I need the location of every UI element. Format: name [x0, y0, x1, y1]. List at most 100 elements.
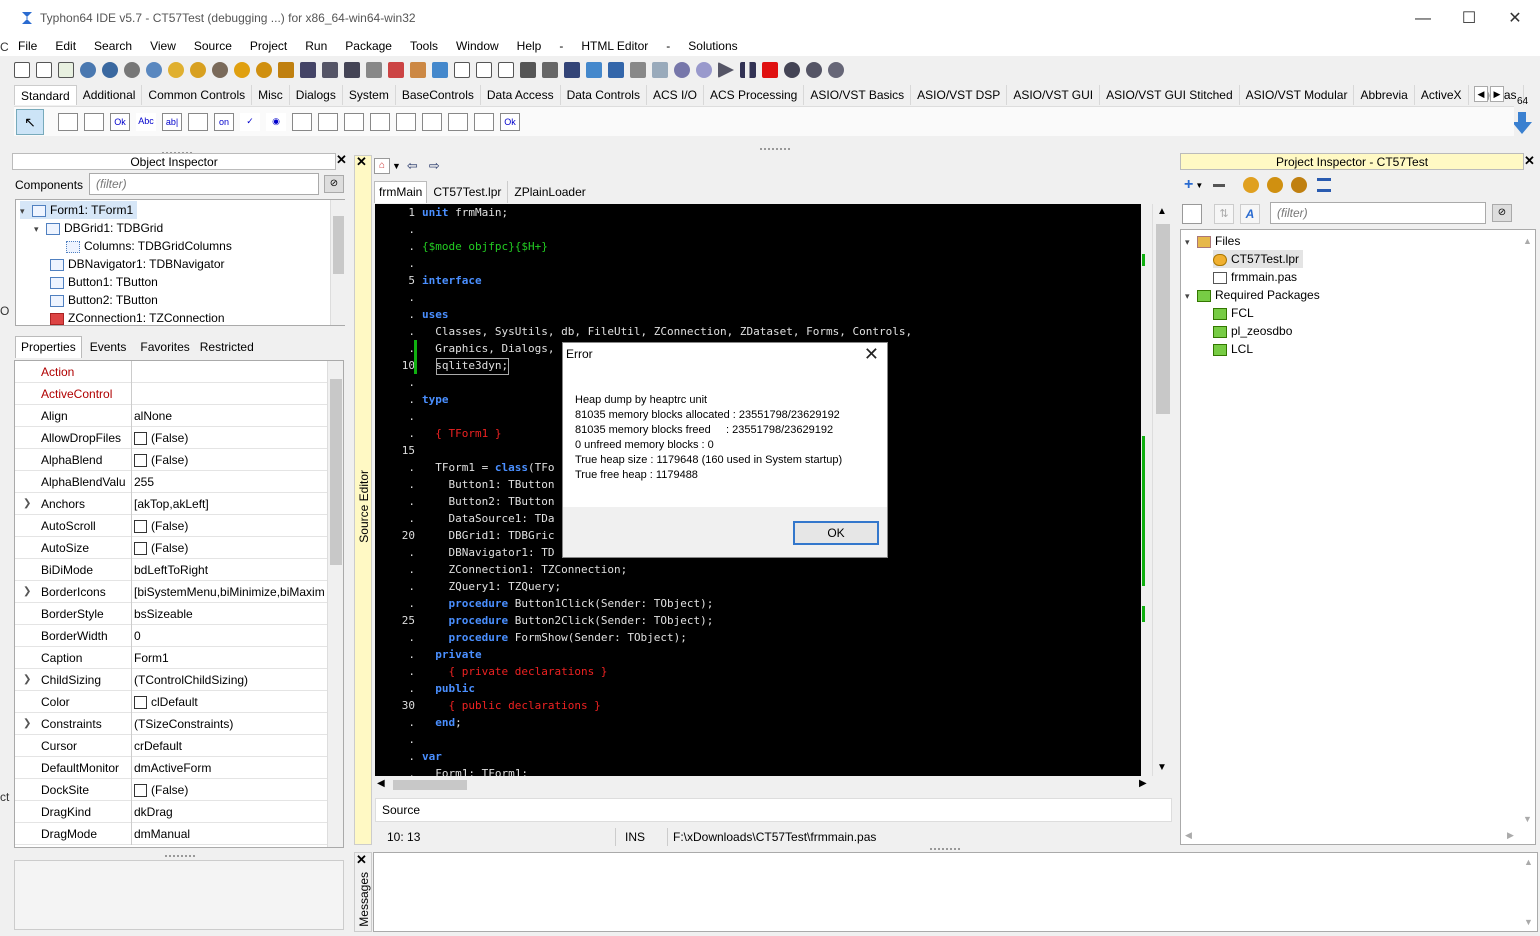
- property-row[interactable]: Cursor crDefault: [15, 735, 327, 757]
- sort-icon[interactable]: ⇅: [1214, 204, 1234, 224]
- property-value[interactable]: Form1: [131, 647, 327, 669]
- togglebox-component-icon[interactable]: on: [214, 112, 234, 131]
- scroll-up-icon[interactable]: ▲: [1523, 236, 1532, 246]
- property-value[interactable]: (TControlChildSizing): [131, 669, 327, 691]
- frame-component-icon[interactable]: [474, 112, 494, 131]
- build-icon[interactable]: [520, 62, 536, 78]
- package-list-icon[interactable]: [278, 62, 294, 78]
- property-row[interactable]: AllowDropFiles (False): [15, 427, 327, 449]
- menu-help[interactable]: Help: [517, 39, 542, 53]
- package-new-icon[interactable]: [190, 62, 206, 78]
- property-value[interactable]: [131, 383, 327, 405]
- expand-arrow-icon[interactable]: ❯: [23, 581, 31, 603]
- tree-node-button2[interactable]: Button2: TButton: [50, 291, 158, 309]
- memo-component-icon[interactable]: [188, 112, 208, 131]
- menu-solutions[interactable]: Solutions: [688, 39, 737, 53]
- inspector-icon[interactable]: [410, 62, 426, 78]
- property-value[interactable]: alNone: [131, 405, 327, 427]
- property-row[interactable]: BorderStyle bsSizeable: [15, 603, 327, 625]
- palette-tab-activex[interactable]: ActiveX: [1415, 85, 1469, 105]
- new-project-icon[interactable]: [58, 62, 74, 78]
- project-node-lcl[interactable]: LCL: [1213, 340, 1253, 358]
- palette-tab-misc[interactable]: Misc: [252, 85, 290, 105]
- scroll-up-icon[interactable]: ▲: [1157, 206, 1167, 217]
- main-menu-component-icon[interactable]: [58, 112, 78, 131]
- property-checkbox[interactable]: [134, 520, 147, 534]
- new-unit-icon[interactable]: [14, 62, 30, 78]
- project-node-required-packages[interactable]: ▾ Required Packages: [1185, 286, 1320, 304]
- property-value[interactable]: (False): [131, 515, 327, 537]
- actionlist-component-icon[interactable]: Ok: [500, 112, 520, 131]
- property-value[interactable]: (False): [131, 427, 327, 449]
- palette-tab-additional[interactable]: Additional: [77, 85, 143, 105]
- property-row[interactable]: DragMode dmManual: [15, 823, 327, 845]
- checkbox-component-icon[interactable]: ✓: [240, 112, 260, 131]
- groupbox-component-icon[interactable]: [370, 112, 390, 131]
- property-grid-scrollbar[interactable]: [327, 361, 343, 847]
- scroll-left-icon[interactable]: ◀: [377, 778, 385, 789]
- palette-scroll-right-icon[interactable]: ▶: [1490, 86, 1504, 102]
- property-row[interactable]: DragKind dkDrag: [15, 801, 327, 823]
- step-over-icon[interactable]: [806, 62, 822, 78]
- collapse-arrow-icon[interactable]: ▾: [1185, 233, 1197, 251]
- property-row[interactable]: AutoScroll (False): [15, 515, 327, 537]
- close-project-inspector-icon[interactable]: ✕: [1524, 153, 1535, 169]
- dropdown-arrow-icon[interactable]: ▼: [392, 161, 401, 171]
- tree-node-columns[interactable]: Columns: TDBGridColumns: [66, 237, 232, 255]
- listbox-component-icon[interactable]: [292, 112, 312, 131]
- components-icon[interactable]: [432, 62, 448, 78]
- scroll-down-icon[interactable]: ▼: [1524, 917, 1533, 927]
- property-value[interactable]: (False): [131, 449, 327, 471]
- property-value[interactable]: dkDrag: [131, 801, 327, 823]
- property-value[interactable]: crDefault: [131, 735, 327, 757]
- components-tree-scrollbar[interactable]: [330, 200, 345, 325]
- unit-list-icon[interactable]: [454, 62, 470, 78]
- dropdown-arrow-icon[interactable]: ▼: [1195, 181, 1203, 190]
- editor-vertical-scrollbar[interactable]: ▲ ▼: [1152, 204, 1172, 776]
- property-value[interactable]: dmManual: [131, 823, 327, 845]
- package-options-icon[interactable]: [1291, 177, 1308, 193]
- package-install-icon[interactable]: [234, 62, 250, 78]
- project-node-pl-zeosdbo[interactable]: pl_zeosdbo: [1213, 322, 1292, 340]
- scrollbar-component-icon[interactable]: [344, 112, 364, 131]
- list-icon[interactable]: [1317, 178, 1332, 192]
- remove-icon[interactable]: [1213, 183, 1226, 187]
- close-file-icon[interactable]: [366, 62, 382, 78]
- pause-icon[interactable]: [740, 62, 756, 78]
- property-row[interactable]: AutoSize (False): [15, 537, 327, 559]
- save-all-icon[interactable]: [344, 62, 360, 78]
- compiler-icon[interactable]: [608, 62, 624, 78]
- close-messages-icon[interactable]: ✕: [356, 852, 367, 868]
- project-node-ct57test-lpr[interactable]: CT57Test.lpr: [1213, 250, 1304, 268]
- tab-source[interactable]: Source: [382, 803, 420, 817]
- menu-project[interactable]: Project: [250, 39, 287, 53]
- run-icon[interactable]: [718, 62, 734, 78]
- property-value[interactable]: (False): [131, 537, 327, 559]
- property-row[interactable]: ❯ BorderIcons [biSystemMenu,biMinimize,biM…: [15, 581, 327, 603]
- maximize-button[interactable]: ☐: [1446, 6, 1492, 32]
- radiobutton-component-icon[interactable]: ◉: [266, 112, 286, 131]
- menu-search[interactable]: Search: [94, 39, 132, 53]
- scroll-down-icon[interactable]: ▼: [1523, 814, 1532, 824]
- tree-node-dbnavigator1[interactable]: DBNavigator1: TDBNavigator: [50, 255, 225, 273]
- collapse-arrow-icon[interactable]: ▾: [34, 220, 46, 238]
- splitter-grip[interactable]: [930, 848, 960, 851]
- property-checkbox[interactable]: [134, 432, 147, 446]
- package-add-icon[interactable]: [212, 62, 228, 78]
- palette-tab-asio-vst-dsp[interactable]: ASIO/VST DSP: [911, 85, 1008, 105]
- palette-tab-asio-vst-modular[interactable]: ASIO/VST Modular: [1240, 85, 1355, 105]
- splitter-grip[interactable]: [760, 148, 790, 151]
- tab-properties[interactable]: Properties: [15, 336, 82, 358]
- scrollbar-thumb[interactable]: [330, 379, 342, 565]
- close-window-button[interactable]: ✕: [1492, 6, 1538, 32]
- property-row[interactable]: ActiveControl: [15, 383, 327, 405]
- property-checkbox[interactable]: [134, 454, 147, 468]
- button-component-icon[interactable]: Ok: [110, 112, 130, 131]
- palette-tab-data-access[interactable]: Data Access: [481, 85, 561, 105]
- property-checkbox[interactable]: [134, 784, 147, 798]
- property-value[interactable]: clDefault: [131, 691, 327, 713]
- palette-tab-acs-processing[interactable]: ACS Processing: [704, 85, 805, 105]
- property-value[interactable]: bdLeftToRight: [131, 559, 327, 581]
- tree-node-dbgrid1[interactable]: ▾ DBGrid1: TDBGrid: [34, 219, 163, 237]
- stop-icon[interactable]: [762, 62, 778, 78]
